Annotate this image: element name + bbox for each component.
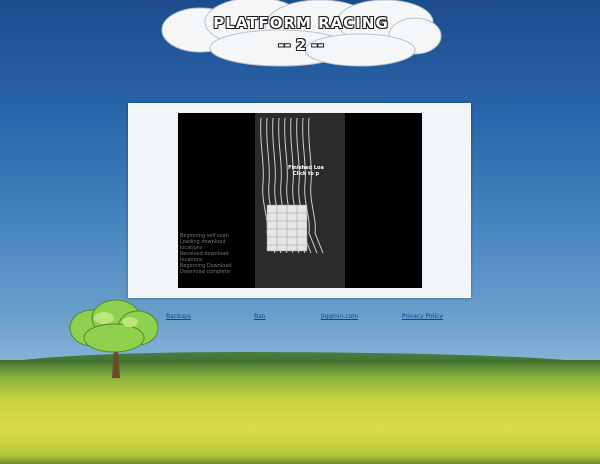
game-canvas[interactable]: Finished Loa Click to p Beginning self s… <box>178 113 422 288</box>
title-cloud <box>161 0 442 67</box>
privacy-policy-link[interactable]: Privacy Policy <box>402 313 443 320</box>
game-title: PLATFORM RACING <box>213 14 389 32</box>
jiggmin-link[interactable]: Jiggmin.com <box>321 313 358 320</box>
game-subtitle: -- 2 -- <box>278 36 324 54</box>
tree-icon <box>69 299 159 378</box>
download-log: Beginning self scan Loading download loc… <box>180 233 260 275</box>
backups-link[interactable]: Backups <box>166 313 191 320</box>
ban-link[interactable]: Ban <box>254 313 266 320</box>
loading-graphic <box>260 117 324 254</box>
click-prompt[interactable]: Click to p <box>276 171 336 177</box>
loading-area <box>255 113 345 288</box>
log-line: Download complete <box>180 269 230 275</box>
